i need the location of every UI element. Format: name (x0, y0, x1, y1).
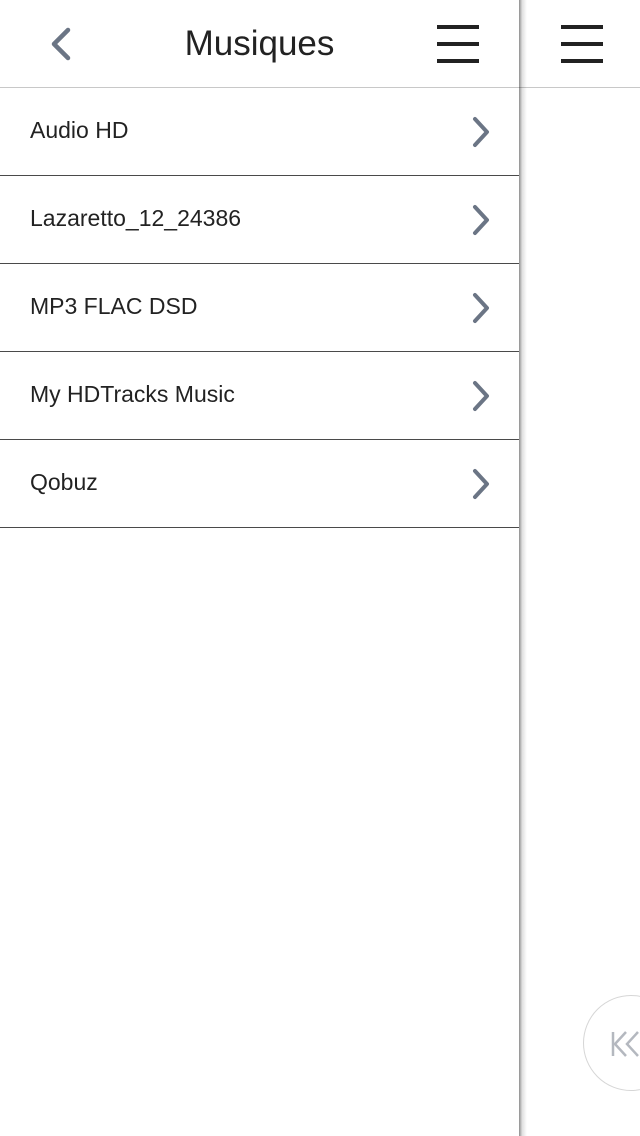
list-item-label: MP3 FLAC DSD (30, 293, 198, 319)
list-item[interactable]: Audio HD (0, 88, 519, 176)
panel-divider-shadow (519, 0, 527, 1136)
screen: Musiques Audio HD Lazaretto_12_24386 MP3… (0, 0, 640, 1136)
list-item-label: My HDTracks Music (30, 381, 235, 407)
chevron-right-icon (473, 381, 489, 411)
chevron-right-icon (473, 117, 489, 147)
chevron-left-icon (51, 27, 71, 61)
list-item[interactable]: My HDTracks Music (0, 352, 519, 440)
previous-track-button[interactable] (583, 995, 640, 1091)
list-item[interactable]: Qobuz (0, 440, 519, 528)
menu-button[interactable] (428, 20, 488, 68)
list-item-label: Qobuz (30, 469, 98, 495)
chevron-right-icon (473, 205, 489, 235)
player-panel (519, 0, 640, 1136)
hamburger-menu-icon (437, 25, 479, 63)
nav-header: Musiques (0, 0, 519, 88)
list-item-label: Audio HD (30, 117, 129, 143)
skip-previous-icon (611, 1031, 639, 1057)
music-source-list: Audio HD Lazaretto_12_24386 MP3 FLAC DSD… (0, 88, 519, 528)
back-button[interactable] (40, 22, 84, 66)
player-menu-button[interactable] (559, 20, 605, 68)
chevron-right-icon (473, 293, 489, 323)
list-item[interactable]: Lazaretto_12_24386 (0, 176, 519, 264)
hamburger-menu-icon (561, 25, 603, 63)
list-item-label: Lazaretto_12_24386 (30, 205, 242, 231)
library-panel: Musiques Audio HD Lazaretto_12_24386 MP3… (0, 0, 519, 1136)
player-header (519, 0, 640, 88)
list-item[interactable]: MP3 FLAC DSD (0, 264, 519, 352)
chevron-right-icon (473, 469, 489, 499)
